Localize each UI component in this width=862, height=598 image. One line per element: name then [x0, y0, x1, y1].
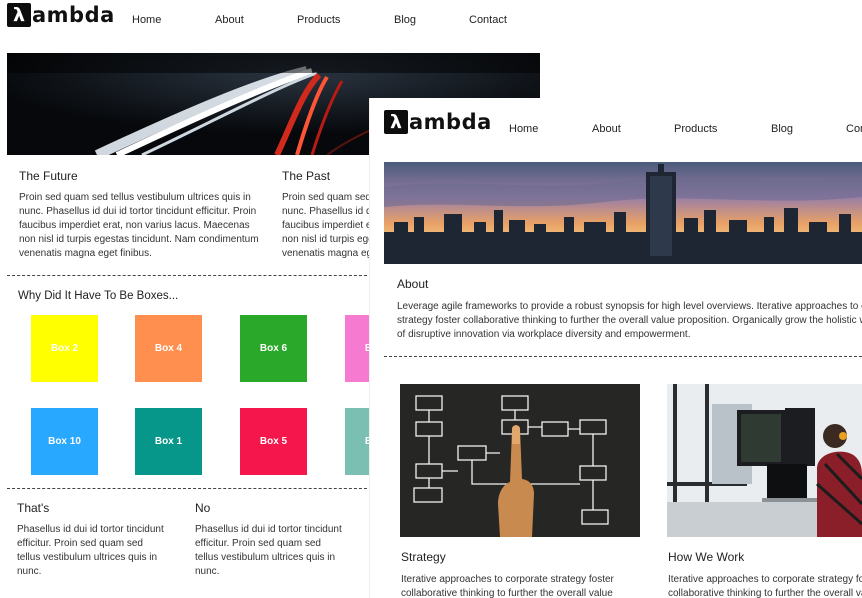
logo-text: ambda: [32, 3, 115, 27]
box-10: Box 10: [31, 408, 98, 475]
strategy-image: [400, 384, 640, 537]
logo-text: ambda: [409, 110, 492, 134]
column-text-future: Proin sed quam sed tellus vestibulum ult…: [19, 192, 259, 259]
about-text: Leverage agile frameworks to provide a r…: [397, 301, 862, 340]
how-we-work-image: [667, 384, 862, 537]
nav-contact[interactable]: Contact: [846, 123, 862, 135]
box-label: Box 1: [154, 436, 183, 447]
box-6: Box 6: [240, 315, 307, 382]
card-title-how-we-work: How We Work: [668, 550, 745, 564]
box-label: Box 4: [154, 343, 183, 354]
lambda-logo-icon: λ: [384, 110, 408, 134]
card-title-strategy: Strategy: [401, 550, 446, 564]
column-title-past: The Past: [282, 169, 331, 183]
section-divider: [7, 488, 372, 489]
box-1: Box 1: [135, 408, 202, 475]
lambda-logo-icon: λ: [7, 3, 31, 27]
nav-products[interactable]: Products: [297, 14, 340, 26]
front-browser-window: λ ambda Home About Products Blog Contact: [370, 98, 862, 598]
box-4: Box 4: [135, 315, 202, 382]
logo[interactable]: λ ambda: [7, 3, 115, 27]
bottom-title-no: No: [195, 501, 211, 515]
box-2: Box 2: [31, 315, 98, 382]
column-title-future: The Future: [19, 169, 78, 183]
bottom-text-no: Phasellus id dui id tortor tincidunt eff…: [195, 524, 342, 577]
about-title: About: [397, 277, 429, 291]
box-label: Box 10: [48, 436, 81, 447]
card-text-strategy: Iterative approaches to corporate strate…: [401, 574, 614, 598]
nav-blog[interactable]: Blog: [394, 14, 416, 26]
hero-image-skyline: [384, 162, 862, 264]
nav-about[interactable]: About: [592, 123, 621, 135]
boxes-heading: Why Did It Have To Be Boxes...: [18, 290, 179, 302]
nav-home[interactable]: Home: [509, 123, 538, 135]
developer-at-monitors-image: [667, 384, 862, 537]
box-5: Box 5: [240, 408, 307, 475]
box-label: Box 5: [259, 436, 288, 447]
city-skyline-sunset-image: [384, 162, 862, 264]
nav-blog[interactable]: Blog: [771, 123, 793, 135]
nav-home[interactable]: Home: [132, 14, 161, 26]
nav-contact[interactable]: Contact: [469, 14, 507, 26]
bottom-text-thats: Phasellus id dui id tortor tincidunt eff…: [17, 524, 164, 577]
bottom-title-thats: That's: [17, 501, 50, 515]
section-divider: [384, 356, 862, 357]
nav-about[interactable]: About: [215, 14, 244, 26]
box-label: Box 2: [50, 343, 79, 354]
section-divider: [7, 275, 372, 276]
flowchart-hand-image: [400, 384, 640, 537]
nav-products[interactable]: Products: [674, 123, 717, 135]
logo[interactable]: λ ambda: [384, 110, 492, 134]
box-label: Box 6: [259, 343, 288, 354]
card-text-how-we-work: Iterative approaches to corporate strate…: [668, 574, 862, 598]
